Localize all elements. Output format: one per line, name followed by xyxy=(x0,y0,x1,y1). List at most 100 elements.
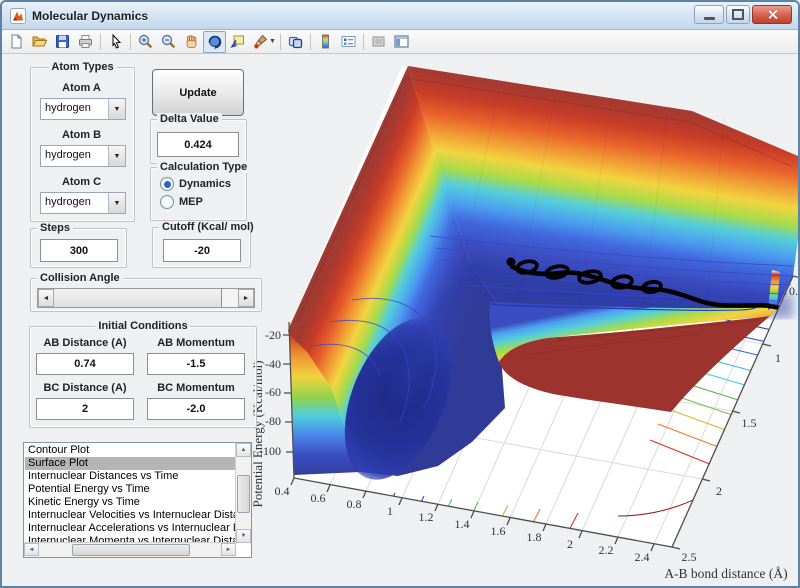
print-icon[interactable] xyxy=(74,31,97,53)
list-item[interactable]: Internuclear Velocities vs Internuclear … xyxy=(25,509,235,522)
open-file-icon[interactable] xyxy=(28,31,51,53)
radio-unselected-icon xyxy=(160,195,174,209)
cutoff-field[interactable]: -20 xyxy=(163,239,241,262)
show-plot-tools-icon[interactable] xyxy=(390,31,413,53)
delta-value-field[interactable]: 0.424 xyxy=(157,132,239,157)
slider-track[interactable] xyxy=(222,289,238,307)
list-item[interactable]: Potential Energy vs Time xyxy=(25,483,235,496)
insert-legend-icon[interactable] xyxy=(337,31,360,53)
collision-angle-panel: Collision Angle ◄ ► xyxy=(30,272,262,312)
mep-radio[interactable]: MEP xyxy=(160,195,203,209)
minimize-button[interactable] xyxy=(694,5,724,24)
svg-text:0.6: 0.6 xyxy=(311,491,326,505)
app-window: Molecular Dynamics ▼ -20 -40 -60 -80 -10… xyxy=(0,0,800,588)
list-item[interactable]: Internuclear Distances vs Time xyxy=(25,470,235,483)
maximize-button[interactable] xyxy=(726,5,750,24)
chevron-down-icon[interactable]: ▼ xyxy=(108,146,125,166)
slider-right-arrow-icon[interactable]: ► xyxy=(238,289,254,307)
atom-c-dropdown[interactable]: hydrogen ▼ xyxy=(40,192,126,214)
list-item[interactable]: Internuclear Accelerations vs Internucle… xyxy=(25,522,235,535)
maximize-icon xyxy=(732,9,744,20)
chevron-down-icon[interactable]: ▼ xyxy=(108,193,125,213)
bc-distance-label: BC Distance (A) xyxy=(43,382,127,394)
svg-text:1: 1 xyxy=(775,351,781,365)
dynamics-radio[interactable]: Dynamics xyxy=(160,177,231,191)
atom-types-title: Atom Types xyxy=(48,61,117,73)
close-icon xyxy=(767,9,778,20)
svg-text:1.2: 1.2 xyxy=(419,510,434,524)
svg-text:0.4: 0.4 xyxy=(275,484,290,498)
atom-b-dropdown[interactable]: hydrogen ▼ xyxy=(40,145,126,167)
list-item[interactable]: Surface Plot xyxy=(25,457,235,470)
svg-text:0.8: 0.8 xyxy=(347,497,362,511)
zoom-in-icon[interactable] xyxy=(134,31,157,53)
brush-dropdown-caret[interactable]: ▼ xyxy=(269,38,277,45)
cutoff-title: Cutoff (Kcal/ mol) xyxy=(159,221,257,233)
slider-left-arrow-icon[interactable]: ◄ xyxy=(38,289,54,307)
atom-a-dropdown[interactable]: hydrogen ▼ xyxy=(40,98,126,120)
hide-plot-tools-icon[interactable] xyxy=(367,31,390,53)
calculation-type-title: Calculation Type xyxy=(157,161,251,173)
plot-type-list[interactable]: Contour Plot Surface Plot Internuclear Dis… xyxy=(25,444,235,542)
svg-text:2: 2 xyxy=(716,484,722,498)
toolbar-separator xyxy=(130,33,131,50)
svg-text:1: 1 xyxy=(387,504,393,518)
radio-selected-icon xyxy=(160,177,174,191)
ab-distance-field[interactable]: 0.74 xyxy=(36,353,134,375)
atom-a-label: Atom A xyxy=(62,82,101,94)
surface-plot-axes[interactable]: -20 -40 -60 -80 -100 0.4 0.6 0.8 1 1.2 1… xyxy=(246,54,798,588)
scroll-down-icon[interactable]: ▼ xyxy=(236,529,251,543)
list-item[interactable]: Kinetic Energy vs Time xyxy=(25,496,235,509)
steps-field[interactable]: 300 xyxy=(40,239,118,262)
pointer-icon[interactable] xyxy=(104,31,127,53)
new-file-icon[interactable] xyxy=(5,31,28,53)
scroll-up-icon[interactable]: ▲ xyxy=(236,443,251,457)
insert-colorbar-icon[interactable] xyxy=(314,31,337,53)
toolbar-separator xyxy=(100,33,101,50)
ab-distance-label: AB Distance (A) xyxy=(43,337,127,349)
list-item[interactable]: Contour Plot xyxy=(25,444,235,457)
pan-hand-icon[interactable] xyxy=(180,31,203,53)
ab-momentum-label: AB Momentum xyxy=(157,337,235,349)
figure-toolbar: ▼ xyxy=(2,30,798,54)
svg-text:1.8: 1.8 xyxy=(527,530,542,544)
chevron-down-icon[interactable]: ▼ xyxy=(108,99,125,119)
svg-text:2: 2 xyxy=(567,537,573,551)
scroll-right-icon[interactable]: ► xyxy=(221,543,236,556)
bc-distance-field[interactable]: 2 xyxy=(36,398,134,420)
atom-c-value: hydrogen xyxy=(45,196,91,208)
toolbar-separator xyxy=(280,33,281,50)
mep-label: MEP xyxy=(179,196,203,208)
link-plots-icon[interactable] xyxy=(284,31,307,53)
save-icon[interactable] xyxy=(51,31,74,53)
collision-angle-title: Collision Angle xyxy=(37,272,123,284)
minimize-icon xyxy=(703,16,715,20)
slider-thumb[interactable] xyxy=(54,289,222,307)
svg-text:2.4: 2.4 xyxy=(635,550,650,564)
data-cursor-icon[interactable] xyxy=(226,31,249,53)
delta-value-title: Delta Value xyxy=(157,113,222,125)
bc-momentum-label: BC Momentum xyxy=(157,382,235,394)
x-axis-label: A-B bond distance (Å) xyxy=(664,566,787,581)
plot-type-listbox[interactable]: Contour Plot Surface Plot Internuclear Dis… xyxy=(23,442,252,558)
horizontal-scroll-thumb[interactable] xyxy=(72,544,190,556)
horizontal-scrollbar[interactable]: ◄ ► xyxy=(24,542,236,557)
title-bar[interactable]: Molecular Dynamics xyxy=(2,2,798,30)
list-item[interactable]: Internuclear Momenta vs Internuclear Dis… xyxy=(25,535,235,542)
collision-angle-slider[interactable]: ◄ ► xyxy=(37,288,255,308)
window-title: Molecular Dynamics xyxy=(32,8,149,23)
update-button[interactable]: Update xyxy=(152,69,244,116)
vertical-scroll-thumb[interactable] xyxy=(237,475,250,513)
close-button[interactable] xyxy=(752,5,792,24)
rotate-3d-icon[interactable] xyxy=(203,30,226,53)
steps-title: Steps xyxy=(37,222,73,234)
scroll-left-icon[interactable]: ◄ xyxy=(24,543,39,556)
vertical-scrollbar[interactable]: ▲ ▼ xyxy=(235,443,251,543)
bc-momentum-field[interactable]: -2.0 xyxy=(147,398,245,420)
figure-area: -20 -40 -60 -80 -100 0.4 0.6 0.8 1 1.2 1… xyxy=(2,54,798,588)
zoom-out-icon[interactable] xyxy=(157,31,180,53)
toolbar-separator xyxy=(363,33,364,50)
svg-text:-60: -60 xyxy=(265,385,281,399)
ab-momentum-field[interactable]: -1.5 xyxy=(147,353,245,375)
svg-text:1.5: 1.5 xyxy=(742,416,757,430)
